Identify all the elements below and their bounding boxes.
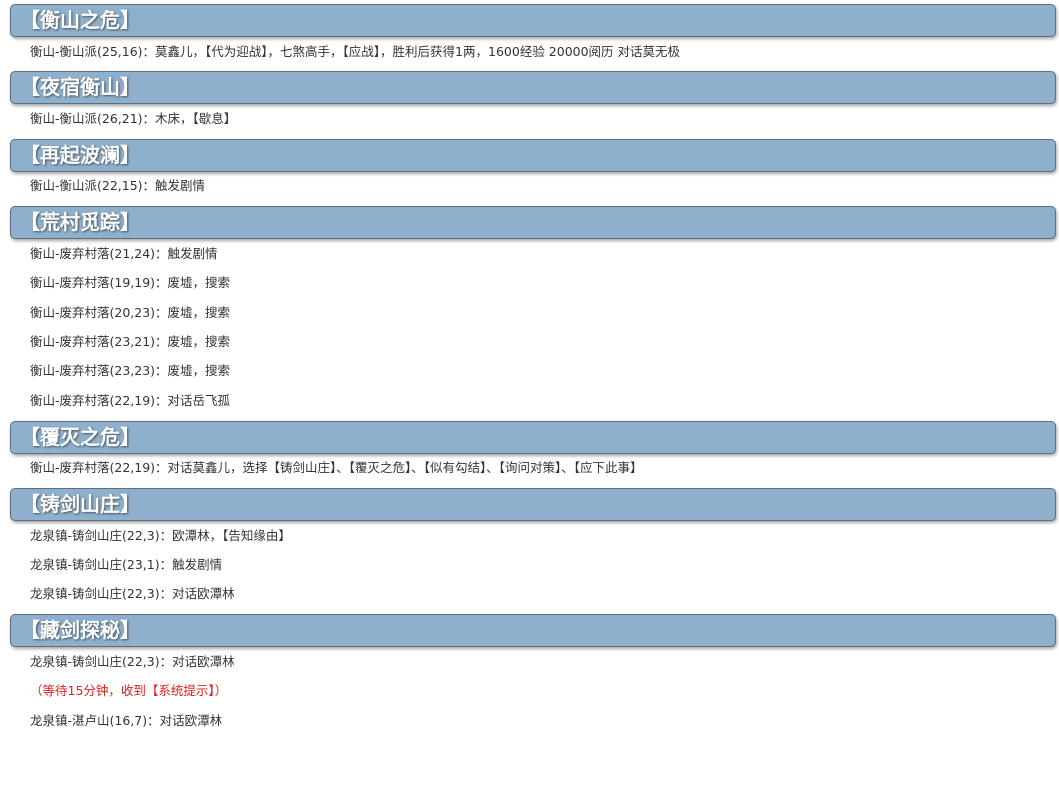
section-header: 【铸剑山庄】 xyxy=(10,487,1056,521)
section-body: 衡山-废弃村落(21,24)：触发剧情 衡山-废弃村落(19,19)：废墟，搜索衡… xyxy=(10,239,1056,415)
step-line: 衡山-衡山派(22,15)：触发剧情 xyxy=(30,178,206,194)
section-header: 【荒村觅踪】 xyxy=(10,206,1056,240)
step-line: 衡山-废弃村落(22,19)：对话岳飞孤 xyxy=(30,392,231,408)
step-line: 龙泉镇-铸剑山庄(22,3)：对话欧潭林 xyxy=(30,586,235,602)
step-line: 衡山-废弃村落(20,23)：废墟，搜索 xyxy=(30,304,231,320)
section-body: 龙泉镇-铸剑山庄(22,3)：对话欧潭林 （等待15分钟，收到【系统提示】） 龙泉镇… xyxy=(10,647,1056,735)
section-body: 衡山-衡山派(25,16)：莫鑫儿，【代为迎战】，七煞高手，【应战】，胜利后获得… xyxy=(10,37,1056,66)
step-line: 龙泉镇-湛卢山(16,7)：对话欧潭林 xyxy=(30,712,223,728)
quest-guide-page: 【衡山之危】衡山-衡山派(25,16)：莫鑫儿，【代为迎战】，七煞高手，【应战】… xyxy=(0,0,1059,810)
step-line: 衡山-废弃村落(19,19)：废墟，搜索 xyxy=(30,275,231,291)
section-header: 【夜宿衡山】 xyxy=(10,71,1056,105)
step-line: 衡山-废弃村落(22,19)：对话莫鑫儿，选择【铸剑山庄】、【覆灭之危】、【似有… xyxy=(30,460,643,476)
step-line: 衡山-废弃村落(21,24)：触发剧情 xyxy=(30,245,218,261)
step-line: 衡山-衡山派(26,21)：木床，【歇息】 xyxy=(30,111,237,127)
step-line: 龙泉镇-铸剑山庄(22,3)：欧潭林，【告知缘由】 xyxy=(30,527,291,543)
note-line: （等待15分钟，收到【系统提示】） xyxy=(30,683,228,699)
section-header: 【覆灭之危】 xyxy=(10,420,1056,454)
section-body: 衡山-废弃村落(22,19)：对话莫鑫儿，选择【铸剑山庄】、【覆灭之危】、【似有… xyxy=(10,454,1056,483)
step-line: 衡山-衡山派(25,16)：莫鑫儿，【代为迎战】，七煞高手，【应战】，胜利后获得… xyxy=(30,43,681,59)
section-header: 【藏剑探秘】 xyxy=(10,614,1056,648)
section-body: 衡山-衡山派(26,21)：木床，【歇息】 xyxy=(10,104,1056,133)
section-header: 【再起波澜】 xyxy=(10,138,1056,172)
step-line: 衡山-废弃村落(23,21)：废墟，搜索 xyxy=(30,334,231,350)
section-body: 龙泉镇-铸剑山庄(22,3)：欧潭林，【告知缘由】 龙泉镇-铸剑山庄(23,1)：… xyxy=(10,521,1056,609)
step-line: 龙泉镇-铸剑山庄(23,1)：触发剧情 xyxy=(30,556,223,572)
section-header: 【衡山之危】 xyxy=(10,4,1056,37)
section-body: 衡山-衡山派(22,15)：触发剧情 xyxy=(10,172,1056,201)
step-line: 龙泉镇-铸剑山庄(22,3)：对话欧潭林 xyxy=(30,653,235,669)
step-line: 衡山-废弃村落(23,23)：废墟，搜索 xyxy=(30,363,231,379)
